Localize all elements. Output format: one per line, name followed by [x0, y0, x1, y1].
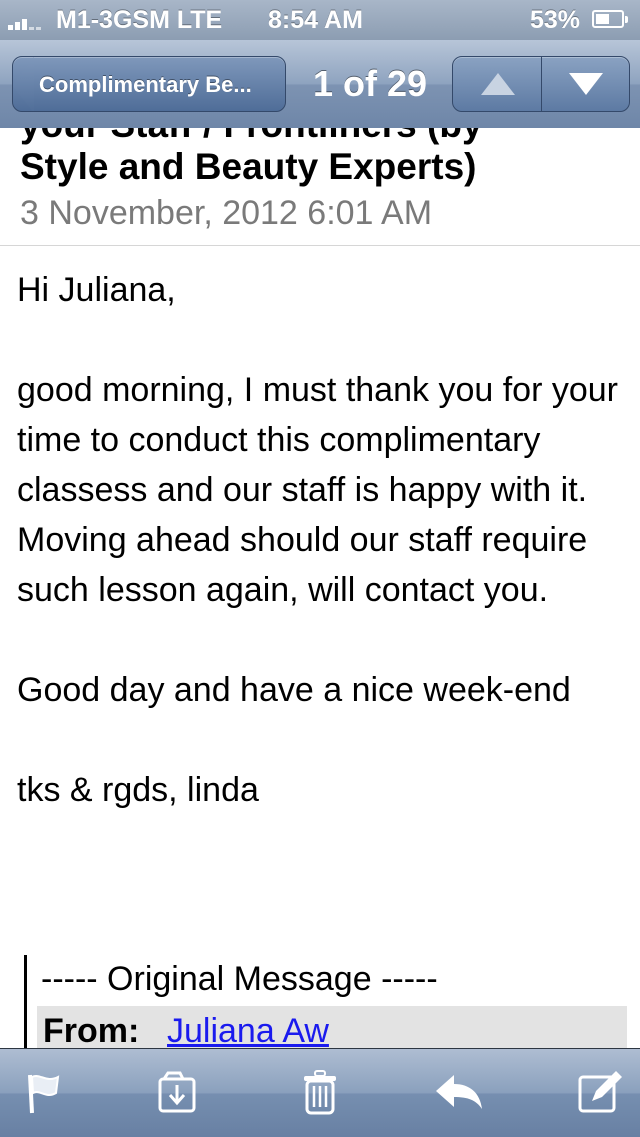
- back-button-label: Complimentary Be...: [39, 72, 252, 97]
- body-line: Moving ahead should our staff require su…: [17, 521, 588, 609]
- battery-icon: [592, 10, 628, 28]
- back-button[interactable]: Complimentary Be...: [12, 56, 286, 112]
- next-message-button[interactable]: [542, 57, 629, 111]
- flag-icon[interactable]: [18, 1067, 74, 1119]
- battery-percent: 53%: [530, 6, 581, 34]
- message-header: your Staff / Frontliners (by Style and B…: [0, 128, 640, 246]
- from-row: From: Juliana Aw: [37, 1006, 627, 1050]
- quoted-message: ----- Original Message ----- From: Julia…: [24, 955, 631, 1050]
- body-line: good morning, I must thank you for your …: [17, 371, 618, 509]
- carrier-label: M1-3GSM LTE: [56, 6, 223, 34]
- chevron-down-icon: [569, 73, 603, 95]
- subject-partial: your Staff / Frontliners (by: [20, 128, 483, 146]
- clock: 8:54 AM: [268, 6, 363, 34]
- message-position: 1 of 29: [312, 63, 428, 104]
- body-line: [17, 315, 627, 365]
- body-line: [17, 715, 627, 765]
- message-nav-segment: [452, 56, 630, 112]
- reply-icon[interactable]: [432, 1067, 488, 1119]
- body-line: Hi Juliana,: [17, 271, 176, 309]
- signal-strength-icon: [8, 14, 52, 30]
- body-line: [17, 615, 627, 665]
- trash-icon[interactable]: [292, 1067, 348, 1119]
- body-line: tks & rgds, linda: [17, 771, 259, 809]
- body-line: Good day and have a nice week-end: [17, 671, 571, 709]
- chevron-up-icon: [481, 73, 515, 95]
- message-body: Hi Juliana, good morning, I must thank y…: [17, 265, 627, 815]
- compose-icon[interactable]: [572, 1067, 628, 1119]
- back-arrow-icon: [13, 57, 34, 111]
- nav-bar: Complimentary Be... 1 of 29: [0, 40, 640, 129]
- subject: Style and Beauty Experts): [20, 146, 477, 187]
- move-to-folder-icon[interactable]: [150, 1067, 206, 1119]
- status-bar: M1-3GSM LTE 8:54 AM 53%: [0, 0, 640, 40]
- original-message-label: ----- Original Message -----: [41, 960, 438, 998]
- message-date: 3 November, 2012 6:01 AM: [20, 194, 433, 232]
- bottom-toolbar: [0, 1048, 640, 1137]
- battery-fill: [596, 14, 609, 24]
- previous-message-button[interactable]: [453, 57, 542, 111]
